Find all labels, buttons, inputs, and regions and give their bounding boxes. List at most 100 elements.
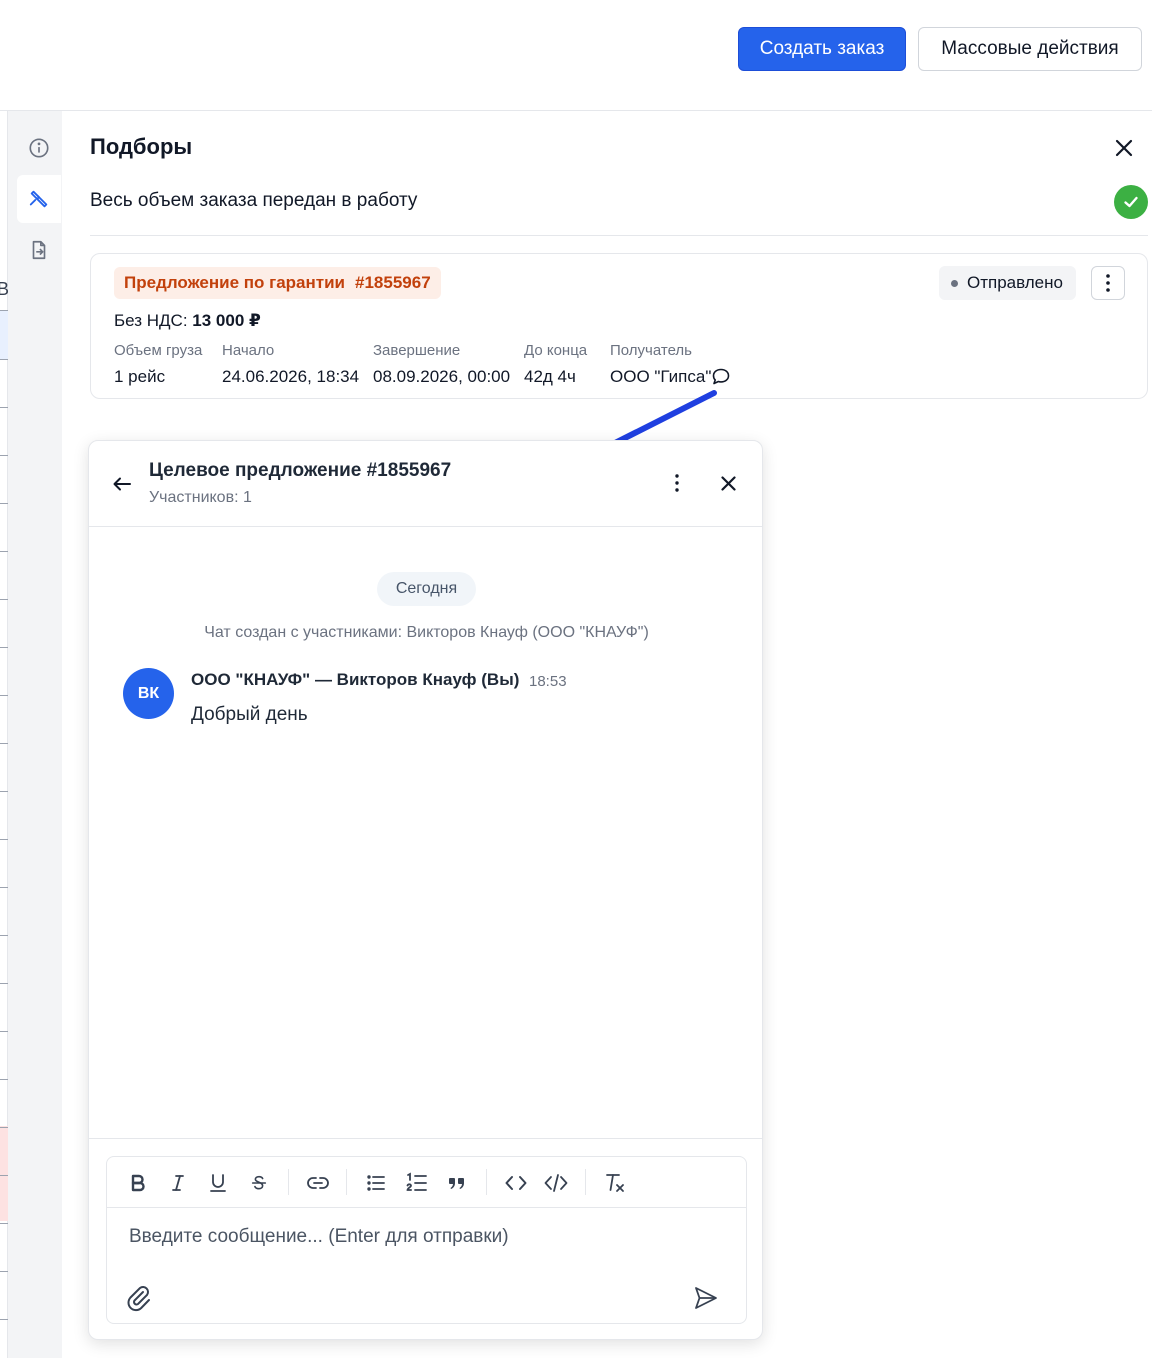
row-divider — [0, 887, 8, 888]
recipient-label: Получатель — [610, 342, 692, 359]
end-value: 08.09.2026, 00:00 — [373, 367, 511, 386]
row-divider — [0, 839, 8, 840]
section-divider — [90, 235, 1148, 236]
selected-row-edge — [0, 311, 8, 359]
clear-formatting-button[interactable] — [602, 1170, 628, 1196]
offer-price: Без НДС: 13 000 ₽ — [114, 311, 261, 331]
chat-menu-button[interactable] — [665, 471, 689, 495]
strikethrough-button[interactable] — [246, 1170, 272, 1196]
cargo-volume-label: Объем груза — [114, 342, 203, 359]
status-dot — [951, 279, 958, 287]
offer-tag: Предложение по гарантии #1855967 — [114, 267, 441, 299]
row-divider — [0, 455, 8, 456]
price-value: 13 000 ₽ — [192, 311, 261, 330]
rail-item-info[interactable] — [17, 124, 61, 172]
message-composer: Введите сообщение... (Enter для отправки… — [106, 1156, 747, 1324]
composer-divider — [89, 1138, 762, 1139]
close-icon — [1115, 139, 1133, 157]
system-message: Чат создан с участниками: Викторов Кнауф… — [204, 624, 649, 641]
start-label: Начало — [222, 342, 275, 359]
avatar: ВК — [123, 668, 174, 719]
underline-button[interactable] — [205, 1170, 231, 1196]
row-divider — [0, 359, 8, 360]
italic-button[interactable] — [165, 1170, 191, 1196]
bullet-list-icon — [367, 1175, 385, 1191]
message-author: ООО "КНАУФ" — Викторов Кнауф (Вы) — [191, 670, 520, 689]
attach-icon[interactable] — [123, 1283, 153, 1313]
message-time: 18:53 — [529, 673, 567, 690]
row-divider — [0, 1223, 8, 1224]
more-vertical-icon — [675, 474, 679, 492]
chat-bubble-icon[interactable] — [711, 367, 731, 387]
status-badge-label: Отправлено — [967, 273, 1063, 292]
row-divider — [0, 1271, 8, 1272]
row-divider — [0, 310, 8, 311]
clear-format-icon — [606, 1174, 624, 1192]
row-divider — [0, 551, 8, 552]
status-badge: Отправлено — [939, 266, 1076, 300]
recipient-value: ООО "Гипса" — [610, 367, 712, 386]
row-divider — [0, 983, 8, 984]
offer-tag-number: #1855967 — [355, 273, 431, 292]
row-divider — [0, 935, 8, 936]
highlighted-row-edge — [0, 1126, 8, 1221]
message-input[interactable]: Введите сообщение... (Enter для отправки… — [129, 1226, 509, 1248]
chat-window: Целевое предложение #1855967 Участников:… — [88, 440, 763, 1340]
panel-close-button[interactable] — [1110, 134, 1138, 162]
code-icon — [505, 1176, 527, 1190]
send-icon[interactable] — [693, 1285, 719, 1311]
inline-code-button[interactable] — [503, 1170, 529, 1196]
offer-card[interactable]: Предложение по гарантии #1855967 Без НДС… — [90, 253, 1148, 399]
bulk-actions-button[interactable]: Массовые действия — [918, 27, 1142, 71]
row-divider — [0, 1127, 8, 1128]
quote-icon — [449, 1178, 464, 1189]
more-vertical-icon — [1106, 274, 1110, 292]
row-divider — [0, 695, 8, 696]
row-divider — [0, 1319, 8, 1320]
info-icon — [29, 138, 49, 158]
price-label: Без НДС: — [114, 311, 188, 330]
day-separator: Сегодня — [377, 572, 476, 606]
message-text: Добрый день — [191, 704, 308, 725]
rail-item-selections[interactable] — [17, 175, 61, 223]
italic-icon — [172, 1175, 184, 1191]
time-left-value: 42д 4ч — [524, 367, 576, 386]
code-block-button[interactable] — [543, 1170, 569, 1196]
link-button[interactable] — [305, 1170, 331, 1196]
row-divider — [0, 791, 8, 792]
bold-icon — [131, 1174, 145, 1192]
offer-tag-label: Предложение по гарантии — [124, 273, 346, 292]
numbered-list-icon — [406, 1172, 427, 1191]
row-divider — [0, 503, 8, 504]
code-block-icon — [544, 1174, 568, 1192]
order-status-text: Весь объем заказа передан в работу — [90, 190, 418, 211]
bold-button[interactable] — [125, 1170, 151, 1196]
row-divider — [0, 647, 8, 648]
cargo-volume-value: 1 рейс — [114, 367, 166, 386]
chat-close-button[interactable] — [716, 471, 740, 495]
hammer-icon — [29, 190, 48, 208]
row-divider — [0, 1031, 8, 1032]
end-label: Завершение — [373, 342, 461, 359]
close-icon — [720, 475, 736, 491]
panel-title: Подборы — [90, 134, 193, 159]
toolbar-separator — [288, 1169, 289, 1195]
create-order-button[interactable]: Создать заказ — [738, 27, 906, 71]
rail-item-documents[interactable] — [17, 226, 61, 274]
numbered-list-button[interactable] — [404, 1170, 430, 1196]
chat-header: Целевое предложение #1855967 Участников:… — [89, 441, 762, 527]
formatting-toolbar — [107, 1157, 746, 1208]
arrow-left-icon[interactable] — [111, 473, 133, 495]
row-divider — [0, 407, 8, 408]
start-value: 24.06.2026, 18:34 — [222, 367, 360, 386]
background-table-edge: В — [0, 111, 9, 1358]
time-left-label: До конца — [524, 342, 588, 359]
quote-button[interactable] — [444, 1170, 470, 1196]
offer-menu-button[interactable] — [1091, 266, 1125, 300]
strikethrough-icon — [251, 1175, 267, 1190]
chat-title: Целевое предложение #1855967 — [149, 460, 452, 481]
toolbar-separator — [346, 1169, 347, 1195]
row-divider — [0, 1079, 8, 1080]
chat-participants: Участников: 1 — [149, 489, 252, 506]
bullet-list-button[interactable] — [363, 1170, 389, 1196]
